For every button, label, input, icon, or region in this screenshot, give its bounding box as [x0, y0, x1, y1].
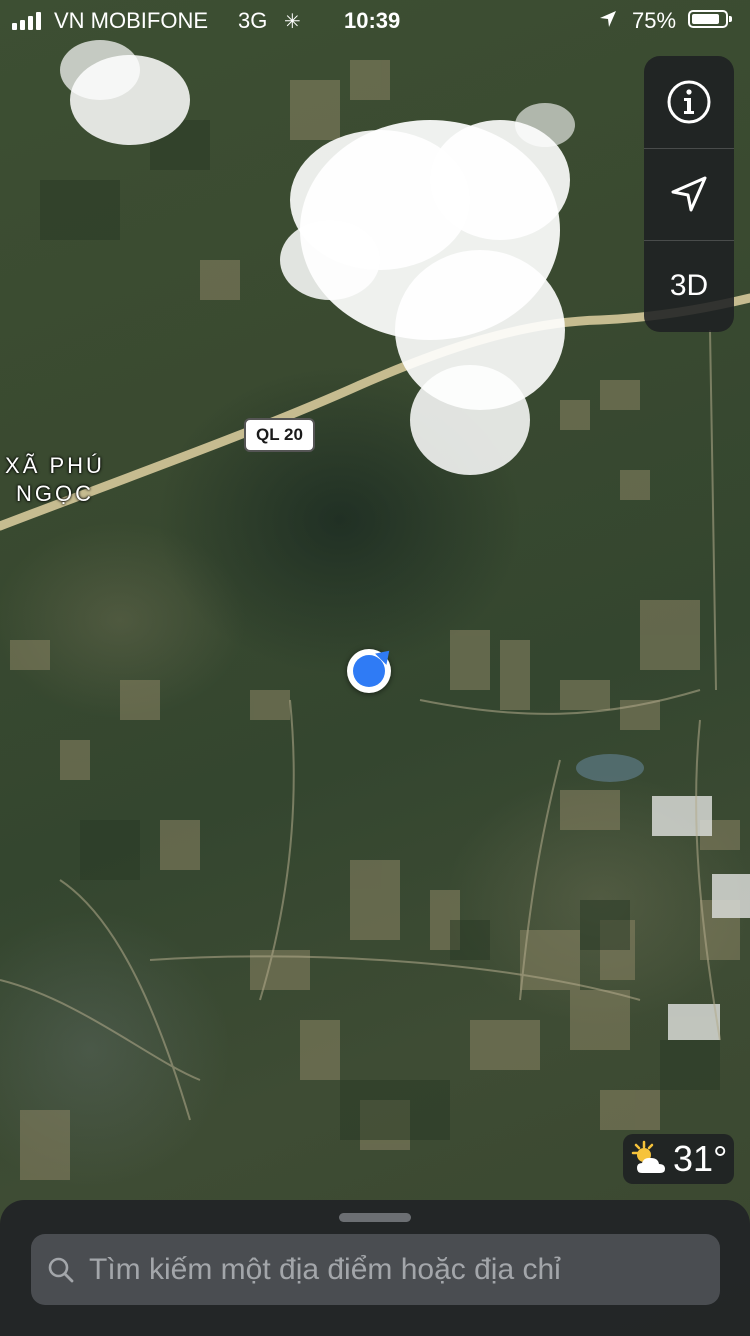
road-shield: QL 20 — [244, 418, 315, 452]
info-button[interactable] — [644, 56, 734, 149]
network-type: 3G — [238, 8, 268, 33]
info-icon — [667, 80, 711, 124]
sheet-grabber-handle[interactable] — [339, 1213, 411, 1222]
status-bar: VN MOBIFONE 3G ✳ 10:39 75% — [0, 0, 750, 40]
temperature: 31° — [673, 1138, 728, 1179]
search-field[interactable]: Tìm kiếm một địa điểm hoặc địa chỉ — [31, 1234, 720, 1305]
signal-bars-icon — [12, 11, 41, 30]
tracking-button[interactable] — [644, 148, 734, 241]
location-arrow-icon — [598, 9, 618, 35]
search-icon — [48, 1257, 74, 1282]
battery-icon — [688, 10, 732, 28]
bottom-sheet[interactable]: Tìm kiếm một địa điểm hoặc địa chỉ — [0, 1200, 750, 1336]
weather-widget[interactable]: 31° — [623, 1134, 734, 1184]
search-placeholder: Tìm kiếm một địa điểm hoặc địa chỉ — [89, 1252, 561, 1286]
map-controls: 3D — [644, 56, 734, 332]
user-location-marker[interactable] — [347, 645, 395, 693]
location-arrow-icon — [671, 176, 707, 212]
place-label[interactable]: XÃ PHÚ NGỌC — [2, 452, 108, 508]
carrier-name: VN MOBIFONE — [54, 8, 209, 33]
battery-percentage: 75% — [632, 8, 677, 33]
clock: 10:39 — [344, 8, 401, 33]
activity-spinner-icon: ✳ — [284, 11, 301, 33]
partly-cloudy-icon — [629, 1139, 671, 1179]
3d-button[interactable]: 3D — [644, 240, 734, 332]
